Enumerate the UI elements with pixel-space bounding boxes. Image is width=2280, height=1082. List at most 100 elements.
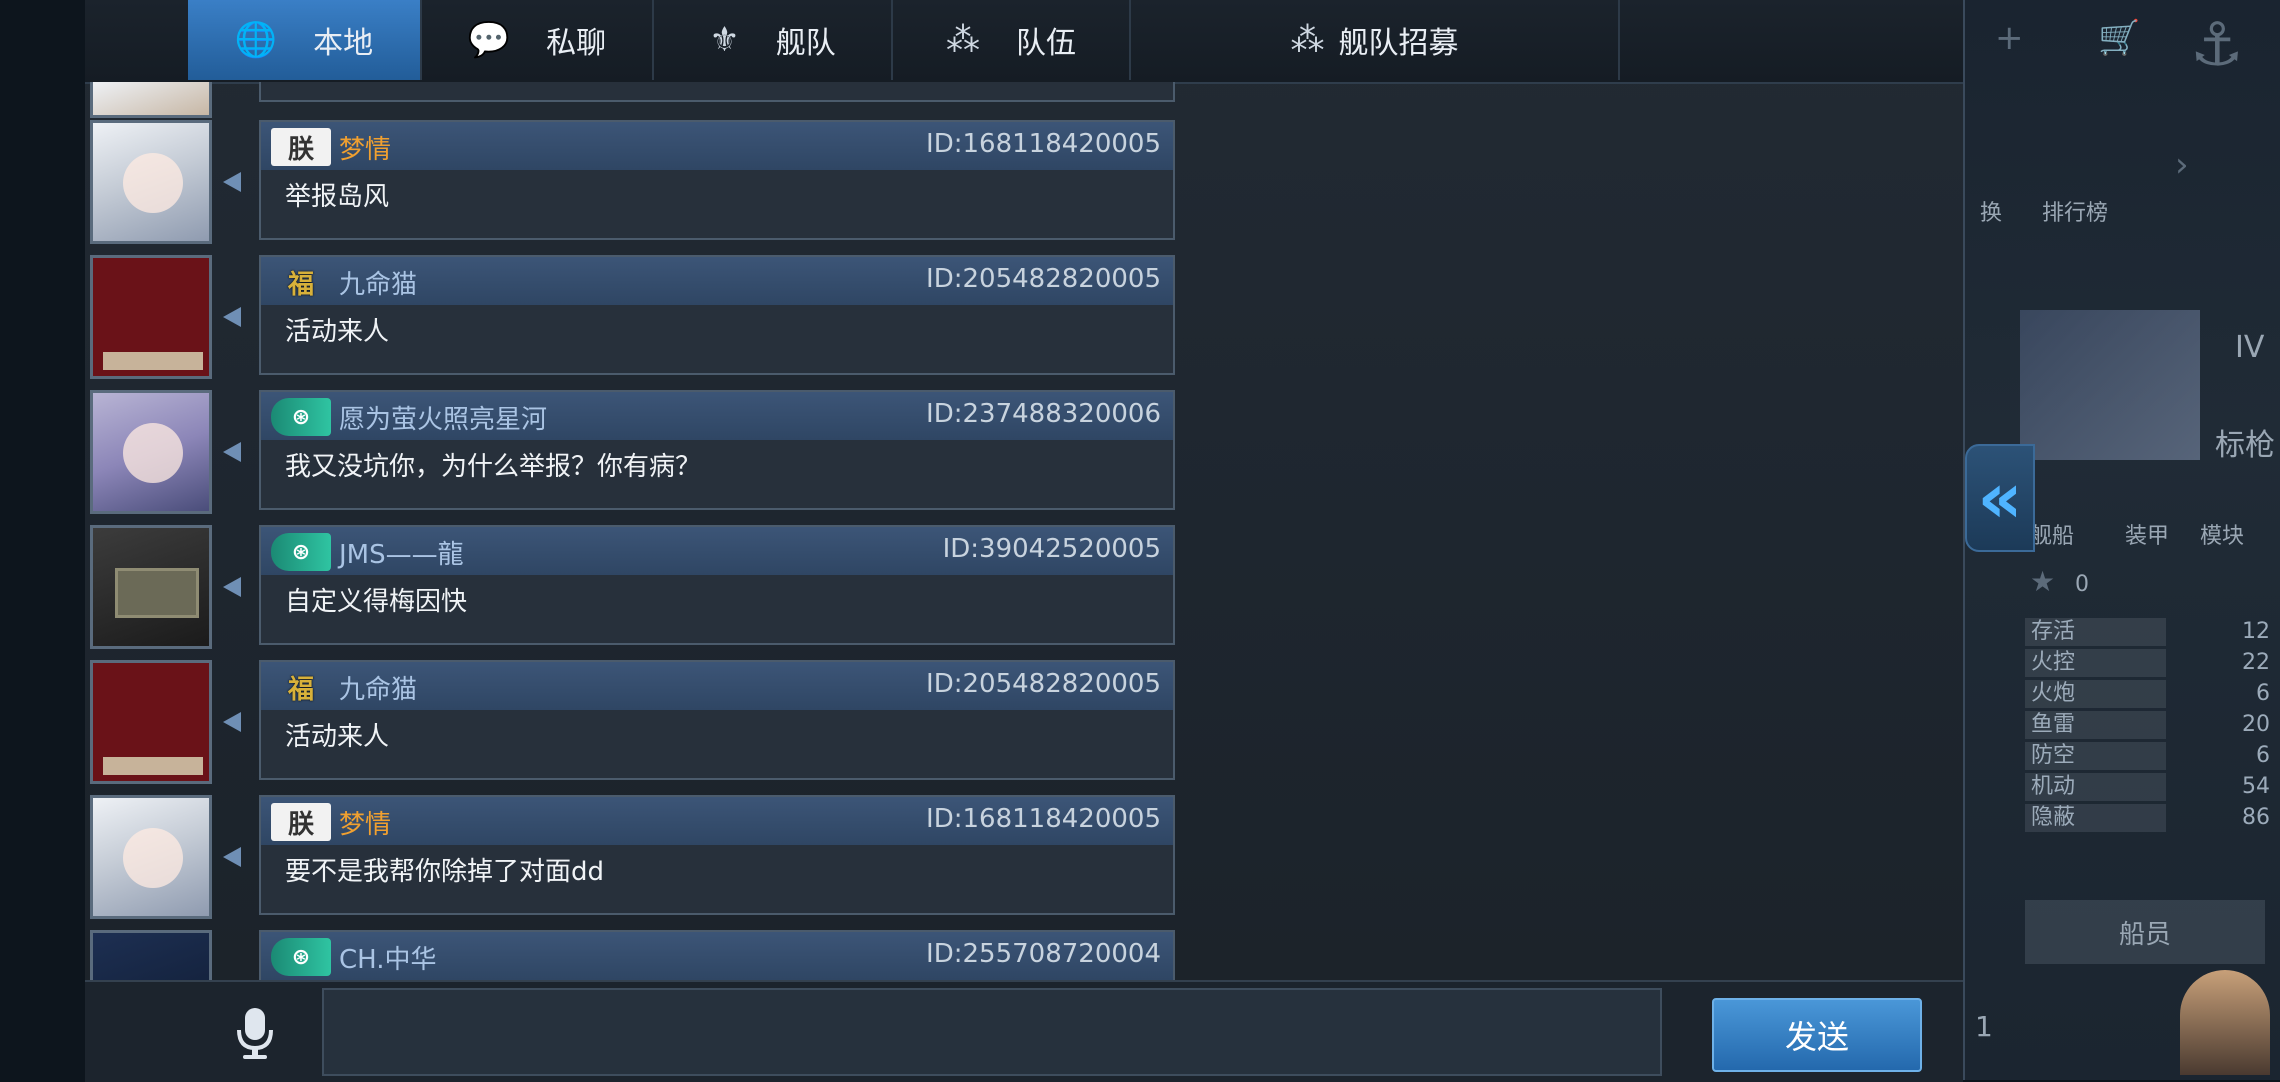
message-text: 活动来人 <box>285 317 390 347</box>
bg-stat-value: 6 <box>2256 743 2270 768</box>
sender-id: ID:205482820005 <box>926 669 1161 699</box>
avatar[interactable] <box>90 795 212 919</box>
anchor-icon: ⚓ <box>2190 10 2244 80</box>
star-count: 0 <box>2075 572 2089 597</box>
tab-private-chat-label: 私聊 <box>546 26 607 61</box>
collapse-panel-button[interactable]: « <box>1965 444 2035 552</box>
microphone-icon <box>237 1008 273 1059</box>
bg-stat-row: 火控 22 <box>2025 649 2270 679</box>
avatar[interactable] <box>90 930 212 980</box>
ship-name-label: 标枪 <box>2215 428 2275 463</box>
tab-private-chat[interactable]: 💬 私聊 <box>422 0 654 80</box>
bg-stat-value: 86 <box>2242 805 2270 830</box>
bg-stat-row: 机动 54 <box>2025 773 2270 803</box>
rank-badge-icon: 福 <box>287 674 314 705</box>
avatar[interactable] <box>90 255 212 379</box>
message-bubble: ⊛ 愿为萤火照亮星河 ID:237488320006 我又没坑你，为什么举报？你有病？ <box>259 390 1175 510</box>
chat-input-bar: 发送 <box>85 980 1963 1082</box>
bg-ranking-label: 排行榜 <box>2042 201 2109 226</box>
message-bubble: 福九命猫 ID:205482820005 活动来人 <box>259 255 1175 375</box>
bubble-pointer <box>223 442 241 462</box>
bg-stat-name: 隐蔽 <box>2025 804 2166 832</box>
rank-badge-icon: ⊛ <box>271 533 331 571</box>
avatar-face <box>123 153 183 213</box>
bg-stat-row: 鱼雷 20 <box>2025 711 2270 741</box>
sender-name[interactable]: 九命猫 <box>339 264 417 301</box>
bg-stat-name: 存活 <box>2025 618 2166 646</box>
chat-message: ⊛ CH.中华 ID:255708720004 <box>85 930 1185 980</box>
chat-message: 朕梦情 ID:168118420005 举报岛风 <box>85 120 1185 244</box>
recruit-icon: ⁂ <box>1290 20 1325 60</box>
rank-badge-icon: 朕 <box>271 128 331 166</box>
ship-thumbnail <box>2020 310 2200 460</box>
chat-message: 福九命猫 ID:205482820005 活动来人 <box>85 660 1185 784</box>
bubble-pointer <box>223 577 241 597</box>
sender-id: ID:168118420005 <box>926 804 1161 834</box>
sender-name[interactable]: JMS——龍 <box>339 534 464 571</box>
chat-panel: 🌐 本地 💬 私聊 ⚜ 舰队 ⁂ 队伍 ⁂ 舰队招募 朕梦情 ID:1681184… <box>85 0 1965 1082</box>
bubble-pointer <box>223 712 241 732</box>
message-header: ⊛ CH.中华 ID:255708720004 <box>261 932 1173 980</box>
sender-id: ID:39042520005 <box>942 534 1161 564</box>
message-list[interactable]: 朕梦情 ID:168118420005 举报岛风福九命猫 ID:20548282000… <box>85 82 1185 980</box>
bg-stat-value: 22 <box>2242 650 2270 675</box>
bg-stat-value: 12 <box>2242 619 2270 644</box>
microphone-button[interactable] <box>225 1002 285 1062</box>
shop-cart-icon: 🛒 <box>2098 18 2141 58</box>
bubble-pointer <box>223 307 241 327</box>
message-text: 活动来人 <box>285 722 390 752</box>
rank-badge-icon: ⊛ <box>271 938 331 976</box>
tab-fleet[interactable]: ⚜ 舰队 <box>654 0 893 80</box>
message-header: 福九命猫 ID:205482820005 <box>261 257 1173 305</box>
avatar[interactable] <box>90 390 212 514</box>
tab-local[interactable]: 🌐 本地 <box>188 0 422 80</box>
sender-id: ID:205482820005 <box>926 264 1161 294</box>
rank-badge-icon: ⊛ <box>271 398 331 436</box>
tab-team[interactable]: ⁂ 队伍 <box>893 0 1131 80</box>
bg-stat-name: 防空 <box>2025 742 2166 770</box>
message-header: 朕梦情 ID:168118420005 <box>261 122 1173 170</box>
sender-name[interactable]: 九命猫 <box>339 669 417 706</box>
sender-id: ID:168118420005 <box>926 129 1161 159</box>
avatar[interactable] <box>90 525 212 649</box>
tab-fleet-recruit[interactable]: ⁂ 舰队招募 <box>1131 0 1620 80</box>
tab-local-label: 本地 <box>313 26 374 61</box>
rank-badge-icon: 朕 <box>271 803 331 841</box>
bg-stat-row: 存活 12 <box>2025 618 2270 648</box>
sender-id: ID:237488320006 <box>926 399 1161 429</box>
message-bubble: ⊛ CH.中华 ID:255708720004 <box>259 930 1175 980</box>
send-button[interactable]: 发送 <box>1712 998 1922 1072</box>
chat-message: ⊛ 愿为萤火照亮星河 ID:237488320006 我又没坑你，为什么举报？你有病？ <box>85 390 1185 514</box>
bg-stat-name: 火控 <box>2025 649 2166 677</box>
chevron-right-icon: › <box>2175 145 2189 185</box>
bg-stat-value: 6 <box>2256 681 2270 706</box>
message-text: 自定义得梅因快 <box>285 587 468 617</box>
captain-avatar <box>2180 970 2270 1075</box>
chat-message-input[interactable] <box>322 988 1662 1076</box>
message-bubble: 朕梦情 ID:168118420005 举报岛风 <box>259 120 1175 240</box>
avatar[interactable] <box>90 660 212 784</box>
bg-tab-ship: 舰船 <box>2030 524 2075 549</box>
avatar-decoration <box>115 568 199 618</box>
bg-tab-module: 模块 <box>2200 524 2245 549</box>
message-bubble: 福九命猫 ID:205482820005 活动来人 <box>259 660 1175 780</box>
sender-name[interactable]: 梦情 <box>339 129 391 166</box>
avatar[interactable] <box>90 120 212 244</box>
message-text: 举报岛风 <box>285 182 390 212</box>
tab-fleet-label: 舰队 <box>775 26 836 61</box>
message-header: 福九命猫 ID:205482820005 <box>261 662 1173 710</box>
message-bubble: 朕梦情 ID:168118420005 要不是我帮你除掉了对面dd <box>259 795 1175 915</box>
avatar-decoration <box>103 757 203 775</box>
sender-name[interactable]: CH.中华 <box>339 939 437 976</box>
message-text: 要不是我帮你除掉了对面dd <box>285 857 605 887</box>
avatar[interactable] <box>90 82 212 118</box>
bg-stat-value: 54 <box>2242 774 2270 799</box>
bg-stat-name: 火炮 <box>2025 680 2166 708</box>
bg-stat-name: 机动 <box>2025 773 2166 801</box>
chat-bubble-icon: 💬 <box>467 20 511 60</box>
sender-name[interactable]: 梦情 <box>339 804 391 841</box>
double-chevron-left-icon: « <box>1977 457 2023 539</box>
bg-stat-name: 鱼雷 <box>2025 711 2166 739</box>
tab-fleet-recruit-label: 舰队招募 <box>1338 26 1459 61</box>
sender-name[interactable]: 愿为萤火照亮星河 <box>339 399 547 436</box>
